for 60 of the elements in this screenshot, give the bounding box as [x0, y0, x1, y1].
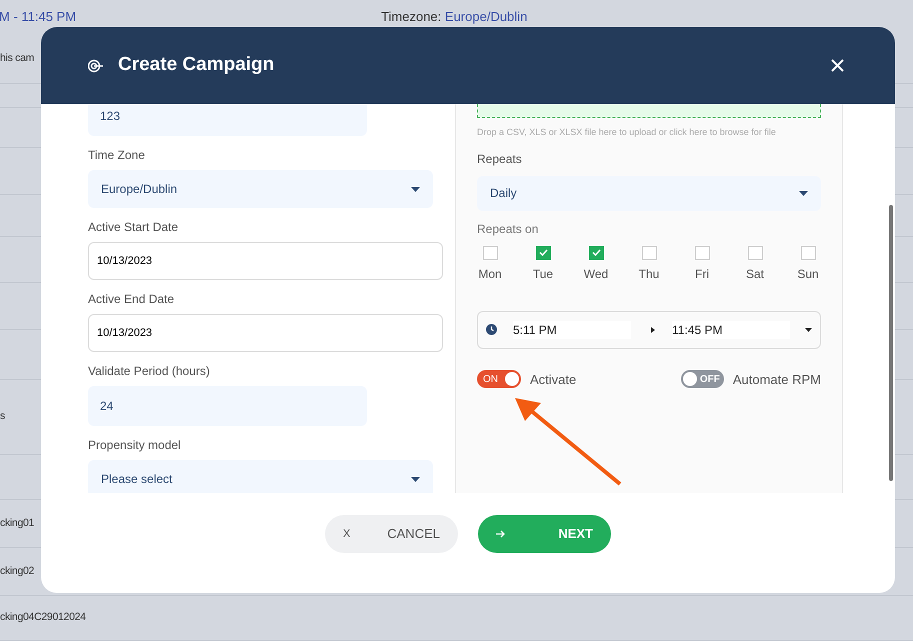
field-label: Propensity model [88, 437, 182, 454]
table-row-text: s [0, 409, 5, 424]
day-checkbox[interactable] [588, 246, 604, 260]
input-field[interactable]: 24 [88, 386, 367, 426]
table-row-text: his cam [0, 50, 34, 66]
day-checkbox[interactable] [748, 246, 762, 260]
table-row-text: cking02 [0, 564, 34, 579]
day-label: Tue [532, 266, 554, 282]
checkmark-icon [538, 249, 548, 256]
select-value: Europe/Dublin [101, 181, 178, 198]
day-checkbox[interactable] [694, 246, 710, 260]
toggle-switch[interactable]: ON [477, 370, 521, 388]
field-label: Validate Period (hours) [88, 363, 211, 380]
arrow-right-icon [651, 326, 655, 332]
day-label: Sun [797, 266, 819, 282]
upload-hint-text: Drop a CSV, XLS or XLSX file here to upload or click here to browse for file [477, 126, 777, 139]
day-label: Wed [584, 266, 608, 282]
day-label: Sat [746, 266, 764, 282]
select-field[interactable]: Daily [477, 176, 821, 210]
close-icon [830, 59, 844, 72]
day-label: Fri [695, 266, 709, 282]
field-label: Time Zone [88, 147, 146, 164]
target-icon [88, 58, 104, 72]
field-label: Repeats on [477, 220, 540, 238]
date-field[interactable]: 10/13/2023 [88, 242, 443, 280]
field-label: Active Start Date [88, 219, 180, 236]
arrow-right-icon [496, 530, 506, 538]
day-checkbox[interactable] [482, 246, 498, 260]
cancel-button[interactable]: X CANCEL [325, 515, 458, 553]
time-range-field[interactable]: 5:11 PM 11:45 PM [477, 310, 821, 348]
dropdown-caret-icon [799, 190, 808, 196]
select-value: Daily [490, 185, 517, 202]
day-label: Mon [478, 266, 502, 282]
select-placeholder: Please select [101, 471, 172, 488]
field-label: Repeats [477, 150, 523, 168]
select-field[interactable]: Please select [88, 460, 433, 493]
table-row-text: cking01 [0, 516, 34, 531]
toggle-label: Activate [530, 370, 576, 388]
clock-icon [486, 324, 497, 335]
input-field[interactable]: 123 [88, 104, 367, 136]
table-row-text: cking04C29012024 [0, 610, 86, 626]
toggle-label: Automate RPM [732, 370, 821, 388]
dialog-title: Create Campaign [118, 53, 274, 78]
time-range-text: M - 11:45 PM [0, 8, 76, 26]
end-time-value: 11:45 PM [672, 320, 790, 338]
day-checkbox[interactable] [536, 246, 550, 260]
checkmark-icon [592, 249, 600, 256]
date-field[interactable]: 10/13/2023 [88, 314, 443, 352]
dropdown-caret-icon [411, 476, 420, 482]
file-drop-zone[interactable] [477, 104, 821, 118]
day-checkbox[interactable] [800, 246, 816, 260]
dropdown-caret-icon [411, 186, 420, 192]
close-button[interactable] [829, 58, 845, 74]
dropdown-caret-icon [805, 328, 812, 332]
timezone-text: Timezone: Europe/Dublin [381, 8, 528, 26]
select-field[interactable]: Europe/Dublin [88, 170, 433, 208]
day-label: Thu [638, 266, 660, 282]
field-label: Active End Date [88, 291, 176, 308]
start-time-value: 5:11 PM [513, 320, 631, 338]
day-checkbox[interactable] [642, 246, 656, 260]
